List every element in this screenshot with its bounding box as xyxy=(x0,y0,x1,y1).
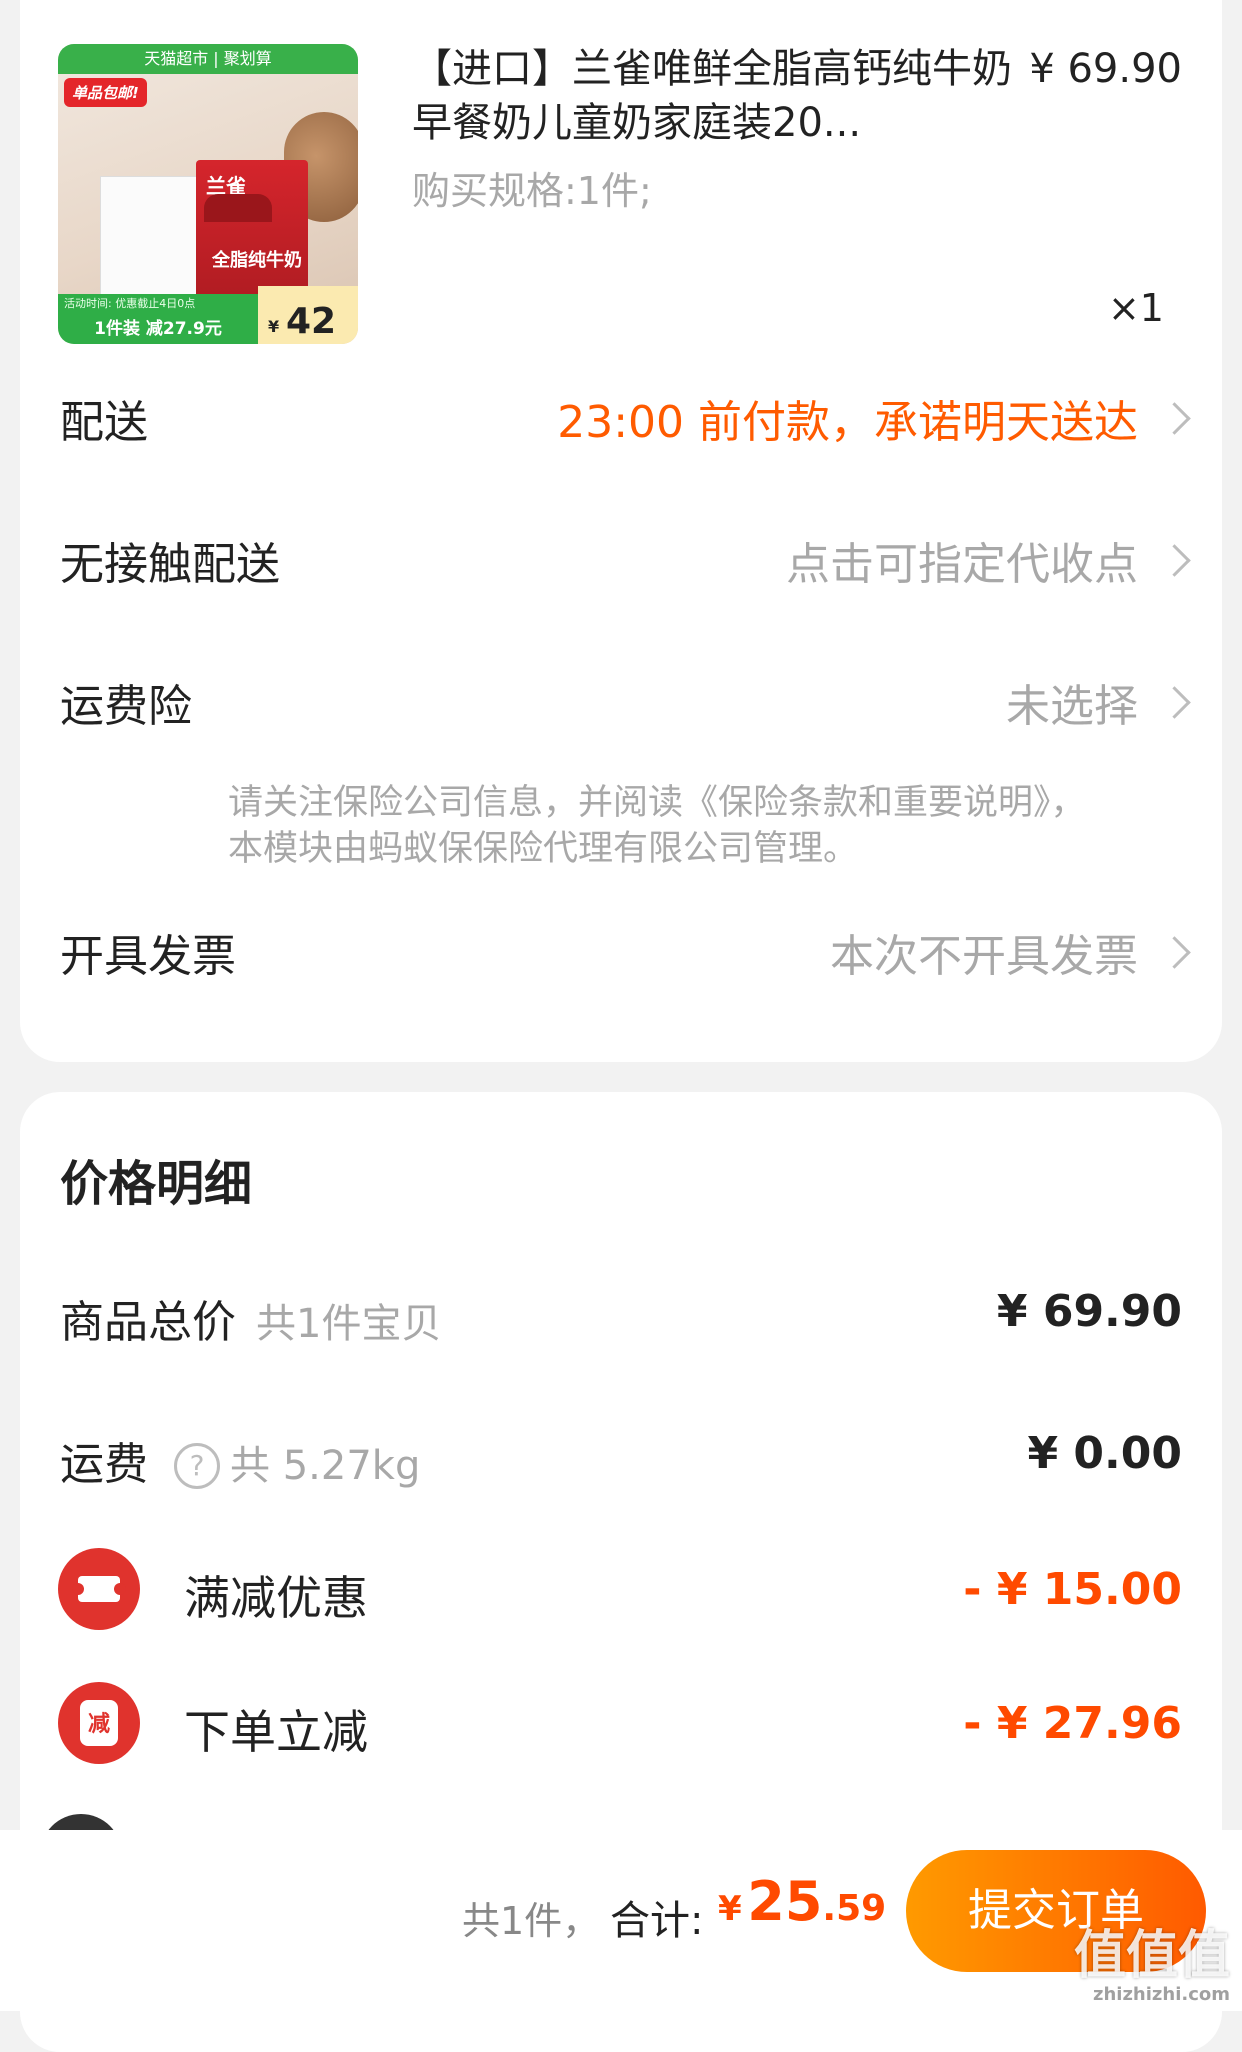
chevron-right-icon xyxy=(1158,936,1191,969)
delivery-value: 23:00 前付款，承诺明天送达 xyxy=(557,397,1138,448)
price-detail-title: 价格明细 xyxy=(60,1156,253,1212)
help-icon[interactable]: ? xyxy=(174,1443,220,1489)
total-currency: ¥ xyxy=(718,1889,742,1929)
product-quantity: ×1 xyxy=(1107,286,1164,330)
activity-time: 活动时间: 优惠截止4日0点 xyxy=(58,294,258,314)
full-reduction-amount: - ¥ 15.00 xyxy=(963,1564,1182,1615)
invoice-value: 本次不开具发票 xyxy=(830,931,1138,982)
thumb-price: 42 xyxy=(286,301,337,342)
contactless-value: 点击可指定代收点 xyxy=(786,539,1138,590)
thumb-price-currency: ¥ xyxy=(268,317,280,336)
total-label: 合计: xyxy=(610,1898,704,1944)
insurance-note: 请关注保险公司信息，并阅读《保险条款和重要说明》，本模块由蚂蚁保保险代理有限公司… xyxy=(228,783,1086,869)
watermark-main: 值值值 xyxy=(1073,1926,1230,1986)
free-shipping-tag: 单品包邮! xyxy=(64,78,147,107)
product-thumbnail[interactable]: 天猫超市 | 聚划算 单品包邮! 兰雀 全脂纯牛奶 活动时间: 优惠截止4日0点… xyxy=(58,44,358,344)
instant-discount-icon-text: 减 xyxy=(80,1700,118,1746)
order-card: 天猫超市 | 聚划算 单品包邮! 兰雀 全脂纯牛奶 活动时间: 优惠截止4日0点… xyxy=(20,0,1222,1062)
carton-graphic xyxy=(204,194,272,222)
delivery-label: 配送 xyxy=(60,397,148,448)
total-amount: ¥ 25.59 xyxy=(718,1870,886,1933)
milk-box-red: 兰雀 全脂纯牛奶 xyxy=(196,160,308,300)
deal-text: 1件装 减27.9元 xyxy=(58,314,258,344)
instant-discount-label: 下单立减 xyxy=(184,1705,368,1759)
thumb-price-box: ¥ 42 xyxy=(258,286,358,344)
instant-discount-icon: 减 xyxy=(58,1682,140,1764)
item-count: 共1件， xyxy=(462,1899,601,1943)
thumb-promo: 活动时间: 优惠截止4日0点 1件装 减27.9元 ¥ 42 xyxy=(58,286,358,344)
product-spec: 购买规格:1件; xyxy=(412,169,652,213)
total-decimal: .59 xyxy=(822,1888,887,1929)
bottom-bar: 共1件， 合计: ¥ 25.59 提交订单 值值值 zhizhizhi.com xyxy=(0,1830,1242,2011)
shipping-fee-amount: ¥ 0.00 xyxy=(1027,1428,1183,1479)
shipping-fee-row: 运费? 共 5.27kg xyxy=(60,1428,420,1492)
carton-text: 全脂纯牛奶 xyxy=(212,250,302,271)
shipping-insurance-label: 运费险 xyxy=(60,681,192,732)
goods-total-label: 商品总价 xyxy=(60,1297,236,1348)
chevron-right-icon xyxy=(1158,544,1191,577)
shipping-fee-label: 运费 xyxy=(60,1439,148,1490)
product-price: ¥ 69.90 xyxy=(1029,46,1182,92)
product-title[interactable]: 【进口】兰雀唯鲜全脂高钙纯牛奶早餐奶儿童奶家庭装20... xyxy=(412,42,1012,150)
full-reduction-label: 满减优惠 xyxy=(184,1571,368,1625)
invoice-label: 开具发票 xyxy=(60,931,236,982)
goods-total-row: 商品总价 共1件宝贝 xyxy=(60,1286,441,1350)
chevron-right-icon xyxy=(1158,402,1191,435)
thumb-banner: 天猫超市 | 聚划算 xyxy=(58,44,358,74)
instant-discount-amount: - ¥ 27.96 xyxy=(963,1698,1182,1749)
contactless-label: 无接触配送 xyxy=(60,539,280,590)
watermark: 值值值 zhizhizhi.com xyxy=(1074,1928,1230,2005)
goods-count: 共1件宝贝 xyxy=(256,1301,442,1347)
watermark-sub: zhizhizhi.com xyxy=(1092,1984,1230,2005)
coupon-icon xyxy=(58,1548,140,1630)
total-integer: 25 xyxy=(747,1870,823,1933)
milk-box-white xyxy=(100,176,202,298)
goods-total-amount: ¥ 69.90 xyxy=(996,1286,1182,1337)
shipping-insurance-value: 未选择 xyxy=(1006,681,1138,732)
shipping-weight: 共 5.27kg xyxy=(230,1443,421,1489)
chevron-right-icon xyxy=(1158,686,1191,719)
